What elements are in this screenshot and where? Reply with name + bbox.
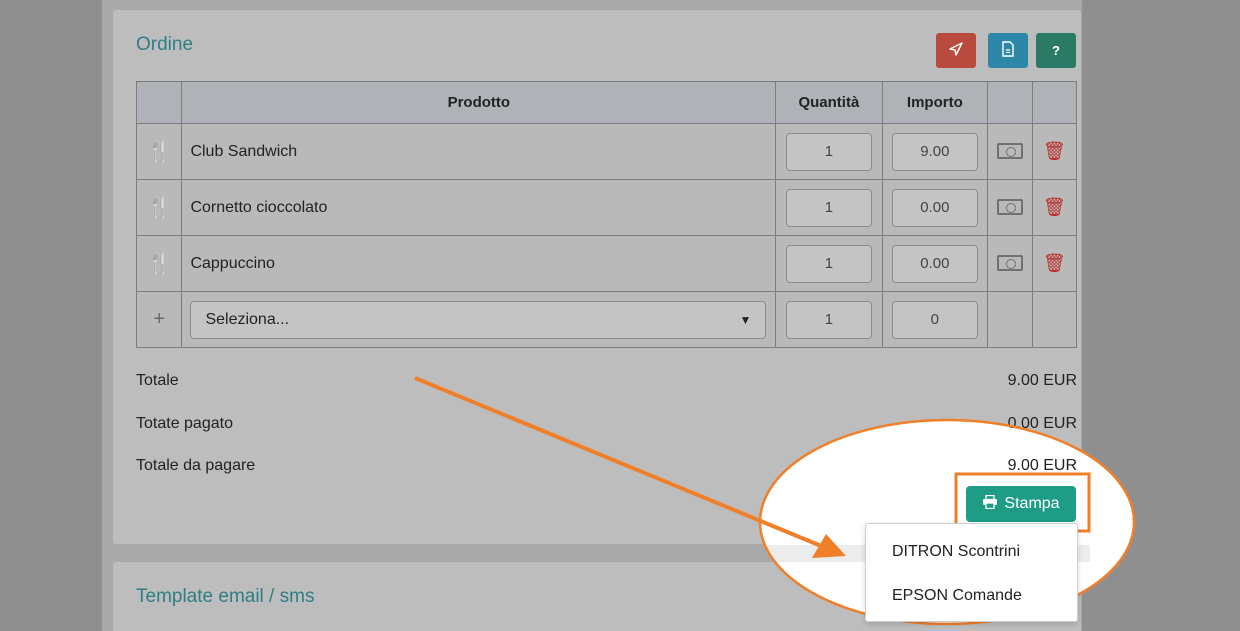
product-select[interactable]: Seleziona... ▼ (190, 300, 767, 339)
product-select-placeholder: Seleziona... (205, 310, 290, 328)
amount-input[interactable]: 0.00 (891, 244, 978, 283)
total-due-value: 9.00 EUR (1007, 457, 1077, 474)
amount-input[interactable]: 0.00 (891, 188, 978, 227)
order-table: Prodotto Quantità Importo 🍴 Club Sandwic… (135, 81, 1078, 348)
quantity-input[interactable]: 1 (785, 188, 872, 227)
printer-icon (982, 494, 998, 514)
document-button[interactable] (988, 33, 1028, 68)
menu-item-epson[interactable]: EPSON Comande (892, 587, 1022, 605)
help-button[interactable]: ? (1036, 33, 1076, 68)
table-row: 🍴 Club Sandwich 1 9.00 🗑 (135, 123, 1078, 180)
table-header-row: Prodotto Quantità Importo (135, 81, 1078, 124)
cutlery-icon: 🍴 (135, 235, 183, 292)
print-dropdown-menu: DITRON Scontrini EPSON Comande (865, 523, 1078, 622)
trash-icon[interactable]: 🗑 (1043, 141, 1066, 161)
caret-down-icon: ▼ (739, 312, 752, 327)
quantity-input[interactable]: 1 (785, 132, 872, 171)
column-header-amount: Importo (881, 81, 989, 124)
print-button-label: Stampa (1004, 495, 1060, 512)
document-icon (1001, 41, 1015, 60)
template-title: Template email / sms (136, 586, 315, 607)
money-icon[interactable] (996, 143, 1023, 160)
send-button[interactable] (936, 33, 976, 68)
cutlery-icon: 🍴 (135, 179, 183, 236)
total-value: 9.00 EUR (1007, 372, 1077, 389)
header-icon-cell (135, 81, 183, 124)
money-icon[interactable] (996, 199, 1023, 216)
total-due-label: Totale da pagare (136, 457, 256, 474)
product-name: Club Sandwich (181, 123, 777, 180)
plus-icon[interactable]: + (135, 291, 183, 348)
new-item-row: + Seleziona... ▼ 1 0 (135, 291, 1078, 348)
column-header-product: Prodotto (181, 81, 777, 124)
money-icon[interactable] (996, 255, 1023, 272)
product-name: Cornetto cioccolato (181, 179, 777, 236)
header-empty-cell (987, 81, 1033, 124)
total-paid-value: 0.00 EUR (1007, 415, 1077, 432)
amount-input[interactable]: 9.00 (891, 132, 978, 171)
quantity-input[interactable]: 1 (785, 300, 872, 339)
trash-icon[interactable]: 🗑 (1043, 253, 1066, 273)
table-row: 🍴 Cornetto cioccolato 1 0.00 🗑 (135, 179, 1078, 236)
menu-item-ditron[interactable]: DITRON Scontrini (892, 543, 1020, 561)
header-empty-cell (1031, 81, 1078, 124)
column-header-quantity: Quantità (775, 81, 883, 124)
empty-cell (987, 291, 1033, 348)
total-label: Totale (136, 372, 179, 389)
help-icon: ? (1052, 43, 1060, 58)
quantity-input[interactable]: 1 (785, 244, 872, 283)
amount-input[interactable]: 0 (891, 300, 978, 339)
total-paid-label: Totate pagato (136, 415, 233, 432)
cutlery-icon: 🍴 (135, 123, 183, 180)
trash-icon[interactable]: 🗑 (1043, 197, 1066, 217)
send-icon (948, 41, 964, 60)
table-row: 🍴 Cappuccino 1 0.00 🗑 (135, 235, 1078, 292)
order-title: Ordine (136, 34, 194, 55)
empty-cell (1031, 291, 1078, 348)
print-button[interactable]: Stampa (966, 486, 1076, 522)
product-name: Cappuccino (181, 235, 777, 292)
